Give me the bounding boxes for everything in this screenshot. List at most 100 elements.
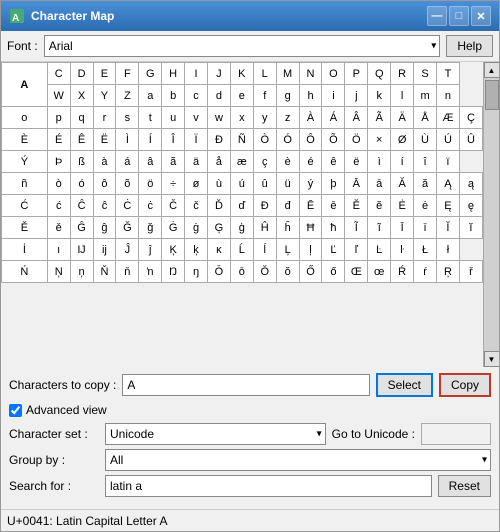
char-cell[interactable]: r bbox=[93, 107, 116, 129]
char-cell[interactable]: đ bbox=[276, 195, 299, 217]
char-cell[interactable]: f bbox=[253, 85, 276, 107]
char-cell[interactable]: ĳ bbox=[93, 239, 116, 261]
close-button[interactable]: ✕ bbox=[471, 6, 491, 26]
char-cell[interactable]: Đ bbox=[253, 195, 276, 217]
char-cell[interactable]: İ bbox=[2, 239, 48, 261]
char-cell[interactable]: ľ bbox=[345, 239, 368, 261]
char-cell[interactable]: Ì bbox=[116, 129, 139, 151]
char-cell[interactable]: Ĳ bbox=[70, 239, 93, 261]
char-cell[interactable]: N bbox=[299, 63, 322, 85]
char-cell[interactable]: F bbox=[116, 63, 139, 85]
char-cell[interactable]: ý bbox=[299, 173, 322, 195]
char-cell[interactable]: c bbox=[185, 85, 208, 107]
char-cell[interactable]: S bbox=[414, 63, 437, 85]
char-cell[interactable]: s bbox=[116, 107, 139, 129]
char-cell[interactable]: ø bbox=[185, 173, 208, 195]
char-cell[interactable]: é bbox=[299, 151, 322, 173]
char-cell[interactable]: Ō bbox=[207, 261, 230, 283]
char-cell[interactable]: j bbox=[345, 85, 368, 107]
char-cell[interactable]: n bbox=[436, 85, 459, 107]
char-cell[interactable]: o bbox=[2, 107, 48, 129]
char-cell[interactable]: y bbox=[253, 107, 276, 129]
char-cell[interactable]: Ĥ bbox=[253, 217, 276, 239]
char-cell[interactable]: Õ bbox=[322, 129, 345, 151]
char-cell[interactable]: ö bbox=[139, 173, 162, 195]
minimize-button[interactable]: — bbox=[427, 6, 447, 26]
char-cell[interactable]: Ċ bbox=[116, 195, 139, 217]
char-cell[interactable]: ã bbox=[162, 151, 185, 173]
char-cell[interactable]: Ĩ bbox=[345, 217, 368, 239]
char-cell[interactable]: á bbox=[116, 151, 139, 173]
select-button[interactable]: Select bbox=[376, 373, 433, 397]
char-cell[interactable]: q bbox=[70, 107, 93, 129]
char-cell[interactable]: Ę bbox=[436, 195, 459, 217]
char-cell[interactable]: Ķ bbox=[162, 239, 185, 261]
char-cell[interactable]: Ć bbox=[2, 195, 48, 217]
char-cell[interactable]: Ñ bbox=[230, 129, 253, 151]
char-cell[interactable]: J bbox=[207, 63, 230, 85]
char-cell[interactable]: ç bbox=[253, 151, 276, 173]
char-cell[interactable]: Ĉ bbox=[70, 195, 93, 217]
char-cell[interactable]: æ bbox=[230, 151, 253, 173]
char-cell[interactable]: Ļ bbox=[276, 239, 299, 261]
char-cell[interactable]: ÷ bbox=[162, 173, 185, 195]
char-cell[interactable]: ł bbox=[436, 239, 459, 261]
char-cell[interactable]: ģ bbox=[230, 217, 253, 239]
char-cell[interactable]: Ŋ bbox=[162, 261, 185, 283]
char-cell[interactable]: Ç bbox=[459, 107, 482, 129]
char-cell[interactable]: ī bbox=[414, 217, 437, 239]
char-cell[interactable]: Œ bbox=[345, 261, 368, 283]
char-cell[interactable]: T bbox=[436, 63, 459, 85]
scroll-down-button[interactable]: ▼ bbox=[484, 351, 500, 367]
char-cell[interactable]: ó bbox=[70, 173, 93, 195]
group-by-select[interactable]: All Unicode Subrange bbox=[105, 449, 491, 471]
char-cell[interactable]: ĺ bbox=[253, 239, 276, 261]
char-cell[interactable]: ê bbox=[322, 151, 345, 173]
char-cell[interactable]: ō bbox=[230, 261, 253, 283]
char-cell[interactable]: Þ bbox=[47, 151, 70, 173]
char-cell[interactable]: x bbox=[230, 107, 253, 129]
char-cell[interactable]: ĕ bbox=[368, 195, 391, 217]
char-cell[interactable]: Ŀ bbox=[368, 239, 391, 261]
char-cell[interactable]: g bbox=[276, 85, 299, 107]
char-cell[interactable]: à bbox=[93, 151, 116, 173]
char-cell[interactable]: â bbox=[139, 151, 162, 173]
char-cell[interactable]: v bbox=[185, 107, 208, 129]
char-cell[interactable]: ë bbox=[345, 151, 368, 173]
goto-unicode-input[interactable] bbox=[421, 423, 491, 445]
font-select[interactable]: Arial Times New Roman Courier New bbox=[44, 35, 441, 57]
char-cell[interactable]: Æ bbox=[436, 107, 459, 129]
char-cell[interactable]: L bbox=[253, 63, 276, 85]
char-cell[interactable]: þ bbox=[322, 173, 345, 195]
char-cell[interactable]: Ý bbox=[2, 151, 48, 173]
char-cell[interactable]: ě bbox=[47, 217, 70, 239]
char-cell[interactable]: î bbox=[414, 151, 437, 173]
char-cell[interactable]: Ł bbox=[414, 239, 437, 261]
char-cell[interactable]: e bbox=[230, 85, 253, 107]
char-cell[interactable]: ĵ bbox=[139, 239, 162, 261]
char-cell[interactable]: R bbox=[391, 63, 414, 85]
char-cell[interactable]: d bbox=[207, 85, 230, 107]
char-cell[interactable]: À bbox=[299, 107, 322, 129]
char-cell[interactable]: k bbox=[368, 85, 391, 107]
char-cell[interactable]: m bbox=[414, 85, 437, 107]
char-cell[interactable]: ú bbox=[230, 173, 253, 195]
char-cell[interactable]: ę bbox=[459, 195, 482, 217]
char-cell[interactable]: Ĺ bbox=[230, 239, 253, 261]
char-cell[interactable]: ù bbox=[207, 173, 230, 195]
char-cell[interactable]: Ņ bbox=[47, 261, 70, 283]
char-cell[interactable]: ĩ bbox=[368, 217, 391, 239]
char-cell[interactable]: å bbox=[207, 151, 230, 173]
char-cell[interactable]: Ī bbox=[391, 217, 414, 239]
char-cell[interactable]: X bbox=[70, 85, 93, 107]
char-cell[interactable]: Ù bbox=[414, 129, 437, 151]
char-cell[interactable]: ü bbox=[276, 173, 299, 195]
char-cell[interactable]: ň bbox=[116, 261, 139, 283]
char-cell[interactable]: ķ bbox=[185, 239, 208, 261]
char-cell[interactable]: Y bbox=[93, 85, 116, 107]
char-cell[interactable]: ĉ bbox=[93, 195, 116, 217]
char-cell[interactable]: É bbox=[47, 129, 70, 151]
char-cell[interactable]: ß bbox=[70, 151, 93, 173]
char-cell[interactable]: Ģ bbox=[207, 217, 230, 239]
char-cell[interactable]: ğ bbox=[139, 217, 162, 239]
